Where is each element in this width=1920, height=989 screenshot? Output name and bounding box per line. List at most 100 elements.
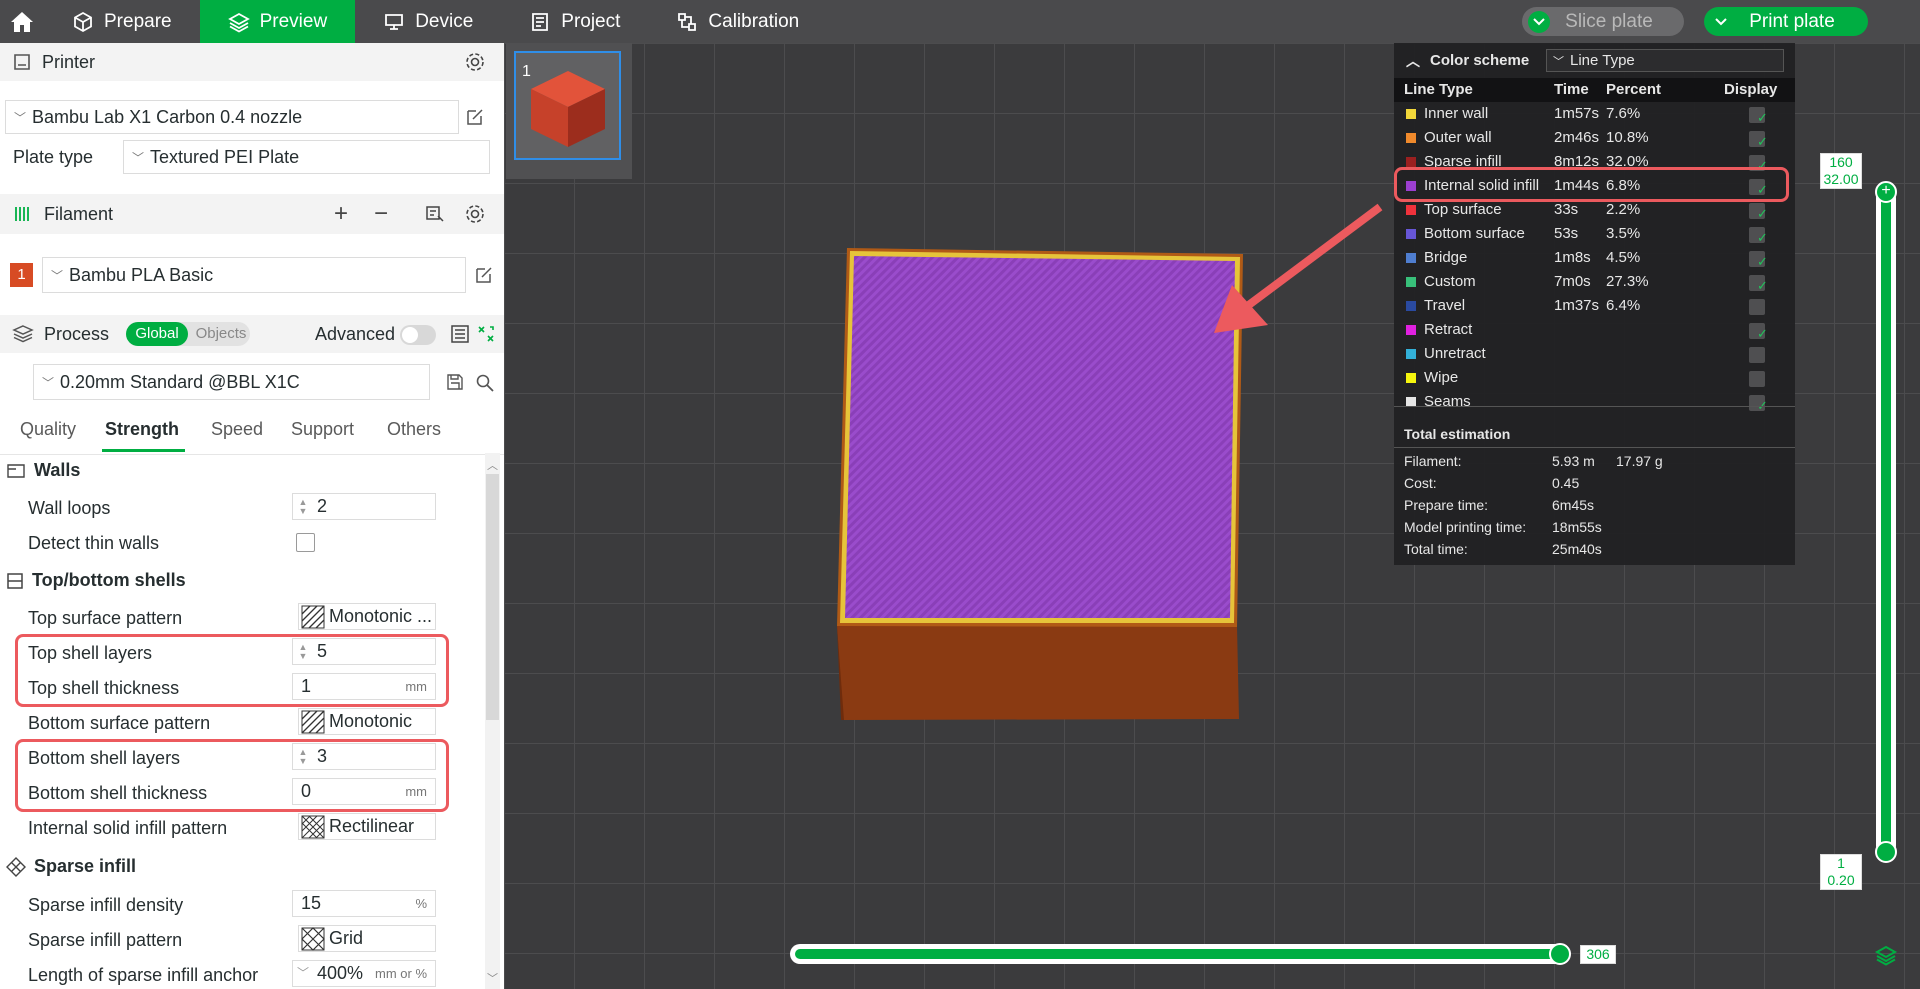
objects-toggle-option[interactable]: Objects — [192, 322, 250, 346]
detect-thin-walls-checkbox[interactable] — [296, 533, 315, 552]
legend-percent: 2.2% — [1606, 201, 1641, 218]
scroll-down-icon[interactable]: ﹀ — [487, 970, 498, 986]
process-preset-select[interactable]: ﹀ 0.20mm Standard @BBL X1C — [33, 364, 430, 400]
print-plate-button[interactable]: Print plate — [1704, 7, 1868, 36]
chevron-down-icon[interactable] — [1704, 7, 1738, 36]
tab-device[interactable]: Device — [355, 0, 501, 43]
legend-row[interactable]: Bridge 1m8s 4.5% ✓ — [1394, 246, 1795, 270]
filament-select[interactable]: ﹀ Bambu PLA Basic — [42, 257, 466, 293]
legend-display-checkbox[interactable]: ✓ — [1749, 323, 1768, 341]
tab-project[interactable]: Project — [501, 0, 648, 43]
global-toggle-option[interactable]: Global — [126, 322, 188, 346]
internal-solid-infill-pattern-label: Internal solid infill pattern — [28, 818, 228, 838]
filament-length: 5.93 m — [1552, 453, 1595, 469]
tab-calibration[interactable]: Calibration — [648, 0, 827, 43]
tab-label: Preview — [259, 10, 328, 32]
legend-line-type: Travel — [1424, 297, 1466, 314]
collapse-icon[interactable]: ︿ — [1406, 51, 1420, 71]
anchor-length-input[interactable]: ﹀ 400% mm or % — [292, 960, 436, 987]
layers-toggle-icon[interactable] — [1874, 944, 1898, 968]
legend-row[interactable]: Seams ✓ — [1394, 390, 1795, 414]
filament-slot-badge[interactable]: 1 — [10, 263, 33, 287]
chevron-down-icon: ﹀ — [132, 150, 145, 165]
bottom-surface-pattern-select[interactable]: Monotonic — [298, 708, 436, 735]
color-scheme-select[interactable]: ﹀ Line Type — [1546, 49, 1784, 72]
gear-icon[interactable] — [464, 203, 486, 225]
top-layer-tag: 160 32.00 — [1820, 153, 1862, 189]
printer-value: Bambu Lab X1 Carbon 0.4 nozzle — [32, 106, 303, 127]
advanced-toggle[interactable] — [400, 325, 436, 345]
chevron-down-icon[interactable] — [1528, 10, 1550, 33]
gear-icon[interactable] — [464, 51, 486, 73]
plate-type-select[interactable]: ﹀ Textured PEI Plate — [123, 140, 490, 174]
sparse-density-input[interactable]: 15% — [292, 890, 436, 917]
scroll-up-icon[interactable]: ︿ — [487, 457, 498, 473]
printer-icon — [14, 54, 30, 70]
tab-support[interactable]: Support — [291, 419, 354, 440]
total-estimation-title: Total estimation — [1404, 426, 1511, 442]
checkmark-icon: ✓ — [1757, 278, 1768, 293]
legend-display-checkbox[interactable]: ✓ — [1749, 251, 1768, 269]
tab-prepare[interactable]: Prepare — [44, 0, 200, 43]
legend-display-checkbox[interactable] — [1749, 371, 1765, 387]
search-icon[interactable] — [475, 373, 495, 393]
slice-label: Slice plate — [1565, 10, 1653, 32]
global-objects-toggle[interactable]: Global Objects — [126, 322, 250, 346]
save-icon[interactable] — [446, 373, 464, 391]
legend-header[interactable]: ︿ Color scheme ﹀ Line Type — [1394, 43, 1795, 78]
slice-plate-button[interactable]: Slice plate — [1522, 7, 1684, 36]
legend-display-checkbox[interactable]: ✓ — [1749, 107, 1768, 125]
process-layers-icon — [12, 325, 34, 343]
prepare-time-label: Prepare time: — [1404, 497, 1489, 513]
list-view-icon[interactable] — [450, 324, 470, 344]
remove-filament-button[interactable]: − — [374, 200, 388, 228]
legend-display-checkbox[interactable]: ✓ — [1749, 395, 1768, 413]
filament-sync-icon[interactable] — [424, 204, 446, 224]
top-surface-pattern-select[interactable]: Monotonic ... — [298, 603, 436, 630]
edit-icon[interactable] — [474, 265, 494, 285]
printer-title: Printer — [42, 51, 96, 72]
legend-row[interactable]: Wipe — [1394, 366, 1795, 390]
top-layer-height: 32.00 — [1823, 171, 1859, 187]
legend-display-checkbox[interactable]: ✓ — [1749, 227, 1768, 245]
legend-row[interactable]: Bottom surface 53s 3.5% ✓ — [1394, 222, 1795, 246]
move-slider-handle[interactable] — [1549, 943, 1571, 965]
legend-display-checkbox[interactable]: ✓ — [1749, 131, 1768, 149]
wall-loops-label: Wall loops — [28, 498, 111, 518]
home-button[interactable] — [0, 0, 44, 43]
layer-slider-bottom-handle[interactable] — [1875, 841, 1897, 863]
legend-color-swatch — [1406, 157, 1416, 167]
tab-preview[interactable]: Preview — [199, 0, 356, 43]
top-toolbar: Prepare Preview Device Project Calibrati… — [0, 0, 1920, 43]
legend-row[interactable]: Travel 1m37s 6.4% — [1394, 294, 1795, 318]
legend-display-checkbox[interactable] — [1749, 299, 1765, 315]
edit-icon[interactable] — [465, 107, 485, 127]
legend-row[interactable]: Inner wall 1m57s 7.6% ✓ — [1394, 102, 1795, 126]
legend-display-checkbox[interactable]: ✓ — [1749, 275, 1768, 293]
legend-time: 2m46s — [1554, 129, 1600, 146]
legend-display-checkbox[interactable]: ✓ — [1749, 203, 1768, 221]
legend-row[interactable]: Retract ✓ — [1394, 318, 1795, 342]
settings-scrollbar-thumb[interactable] — [486, 474, 499, 720]
tab-strength[interactable]: Strength — [105, 419, 179, 440]
tab-others[interactable]: Others — [387, 419, 441, 440]
chevron-down-icon: ﹀ — [1553, 55, 1564, 68]
detect-thin-walls-label: Detect thin walls — [28, 533, 160, 553]
legend-display-checkbox[interactable] — [1749, 347, 1765, 363]
legend-row[interactable]: Unretract — [1394, 342, 1795, 366]
legend-row[interactable]: Custom 7m0s 27.3% ✓ — [1394, 270, 1795, 294]
add-filament-button[interactable]: + — [334, 200, 348, 228]
tab-quality[interactable]: Quality — [20, 419, 76, 440]
tab-speed[interactable]: Speed — [211, 419, 263, 440]
top-layer-number: 160 — [1829, 154, 1853, 170]
internal-solid-infill-pattern-select[interactable]: Rectilinear — [298, 813, 436, 840]
settings-panel: Printer ﹀ Bambu Lab X1 Carbon 0.4 nozzle… — [0, 43, 504, 989]
legend-row[interactable]: Outer wall 2m46s 10.8% ✓ — [1394, 126, 1795, 150]
printer-select[interactable]: ﹀ Bambu Lab X1 Carbon 0.4 nozzle — [5, 100, 459, 134]
layer-slider-top-handle[interactable]: + — [1875, 181, 1897, 203]
tab-label: Calibration — [708, 10, 800, 32]
wall-loops-input[interactable]: ▲ ▼ 2 — [292, 493, 436, 520]
filament-weight: 17.97 g — [1616, 453, 1663, 469]
sparse-pattern-select[interactable]: Grid — [298, 925, 436, 952]
compare-icon[interactable] — [476, 324, 496, 344]
